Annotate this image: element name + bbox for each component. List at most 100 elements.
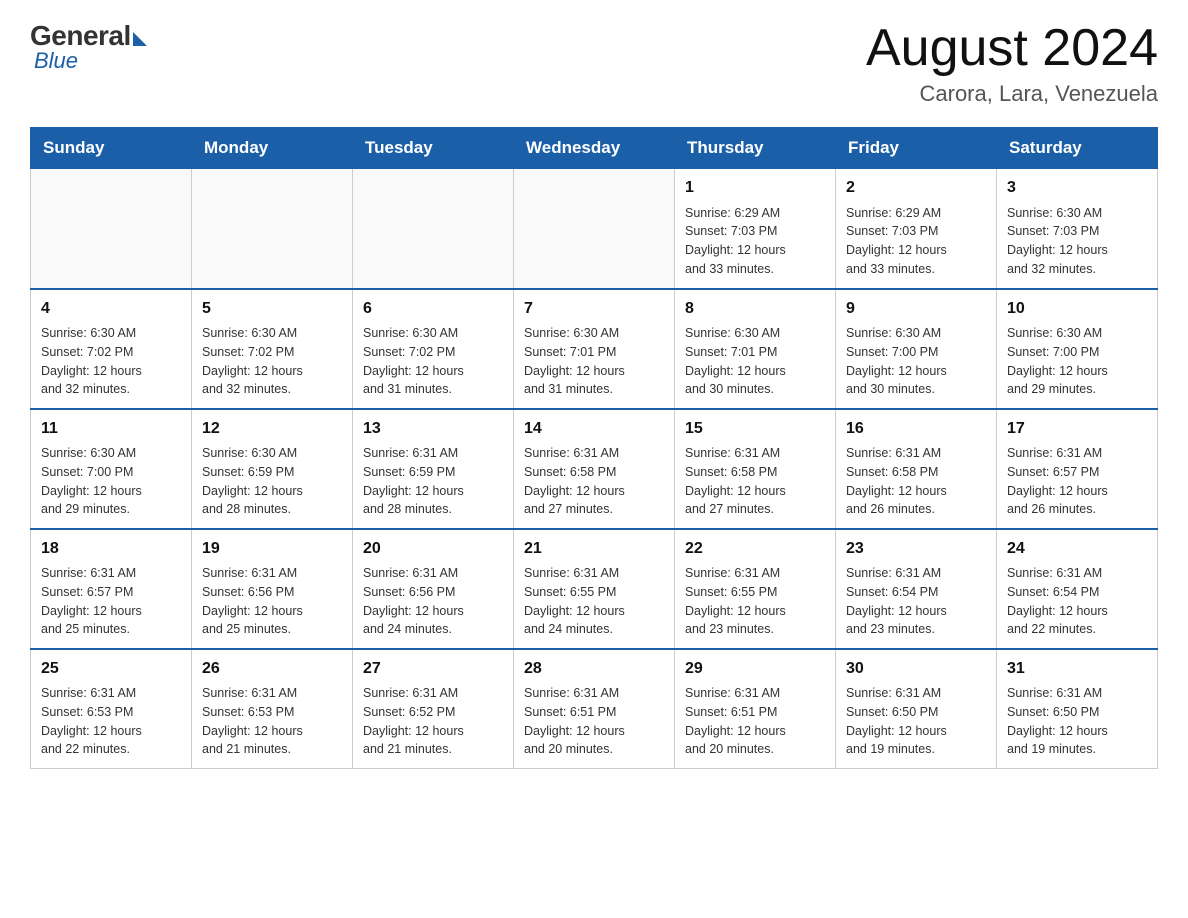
day-number: 20 <box>363 538 503 560</box>
day-number: 3 <box>1007 177 1147 199</box>
day-info: Sunrise: 6:31 AMSunset: 6:52 PMDaylight:… <box>363 684 503 759</box>
day-info: Sunrise: 6:31 AMSunset: 6:55 PMDaylight:… <box>524 564 664 639</box>
day-info: Sunrise: 6:31 AMSunset: 6:53 PMDaylight:… <box>41 684 181 759</box>
weekday-header-row: SundayMondayTuesdayWednesdayThursdayFrid… <box>31 128 1158 169</box>
day-info: Sunrise: 6:31 AMSunset: 6:57 PMDaylight:… <box>1007 444 1147 519</box>
calendar-cell: 9 Sunrise: 6:30 AMSunset: 7:00 PMDaylight… <box>836 289 997 409</box>
calendar-cell: 15Sunrise: 6:31 AMSunset: 6:58 PMDayligh… <box>675 409 836 529</box>
day-info: Sunrise: 6:29 AMSunset: 7:03 PMDaylight:… <box>846 204 986 279</box>
title-section: August 2024 Carora, Lara, Venezuela <box>866 20 1158 107</box>
day-info: Sunrise: 6:30 AMSunset: 7:01 PMDaylight:… <box>524 324 664 399</box>
day-info: Sunrise: 6:31 AMSunset: 6:57 PMDaylight:… <box>41 564 181 639</box>
calendar-cell: 16Sunrise: 6:31 AMSunset: 6:58 PMDayligh… <box>836 409 997 529</box>
day-number: 25 <box>41 658 181 680</box>
calendar-cell: 20 Sunrise: 6:31 AMSunset: 6:56 PMDayligh… <box>353 529 514 649</box>
calendar-week-row: 25 Sunrise: 6:31 AMSunset: 6:53 PMDayligh… <box>31 649 1158 769</box>
page-header: General Blue August 2024 Carora, Lara, V… <box>30 20 1158 107</box>
day-number: 30 <box>846 658 986 680</box>
weekday-header-monday: Monday <box>192 128 353 169</box>
day-info: Sunrise: 6:31 AMSunset: 6:56 PMDaylight:… <box>363 564 503 639</box>
day-info: Sunrise: 6:30 AMSunset: 7:02 PMDaylight:… <box>202 324 342 399</box>
day-number: 27 <box>363 658 503 680</box>
calendar-cell: 24 Sunrise: 6:31 AMSunset: 6:54 PMDayligh… <box>997 529 1158 649</box>
day-info: Sunrise: 6:31 AMSunset: 6:58 PMDaylight:… <box>685 444 825 519</box>
day-info: Sunrise: 6:31 AMSunset: 6:51 PMDaylight:… <box>524 684 664 759</box>
calendar-cell: 1 Sunrise: 6:29 AMSunset: 7:03 PMDaylight… <box>675 169 836 289</box>
calendar-cell: 22Sunrise: 6:31 AMSunset: 6:55 PMDayligh… <box>675 529 836 649</box>
calendar-cell <box>353 169 514 289</box>
weekday-header-thursday: Thursday <box>675 128 836 169</box>
calendar-cell: 27 Sunrise: 6:31 AMSunset: 6:52 PMDayligh… <box>353 649 514 769</box>
day-number: 29 <box>685 658 825 680</box>
calendar-cell: 5 Sunrise: 6:30 AMSunset: 7:02 PMDaylight… <box>192 289 353 409</box>
day-info: Sunrise: 6:31 AMSunset: 6:58 PMDaylight:… <box>524 444 664 519</box>
day-info: Sunrise: 6:30 AMSunset: 7:02 PMDaylight:… <box>363 324 503 399</box>
day-number: 31 <box>1007 658 1147 680</box>
calendar-cell: 17 Sunrise: 6:31 AMSunset: 6:57 PMDayligh… <box>997 409 1158 529</box>
calendar-week-row: 11Sunrise: 6:30 AMSunset: 7:00 PMDayligh… <box>31 409 1158 529</box>
day-info: Sunrise: 6:31 AMSunset: 6:58 PMDaylight:… <box>846 444 986 519</box>
weekday-header-wednesday: Wednesday <box>514 128 675 169</box>
day-info: Sunrise: 6:31 AMSunset: 6:56 PMDaylight:… <box>202 564 342 639</box>
day-number: 8 <box>685 298 825 320</box>
calendar-cell: 19 Sunrise: 6:31 AMSunset: 6:56 PMDayligh… <box>192 529 353 649</box>
calendar-week-row: 1 Sunrise: 6:29 AMSunset: 7:03 PMDaylight… <box>31 169 1158 289</box>
location-text: Carora, Lara, Venezuela <box>866 81 1158 107</box>
calendar-cell: 21 Sunrise: 6:31 AMSunset: 6:55 PMDayligh… <box>514 529 675 649</box>
day-number: 14 <box>524 418 664 440</box>
calendar-cell: 28 Sunrise: 6:31 AMSunset: 6:51 PMDayligh… <box>514 649 675 769</box>
logo: General Blue <box>30 20 147 74</box>
day-number: 5 <box>202 298 342 320</box>
day-info: Sunrise: 6:31 AMSunset: 6:50 PMDaylight:… <box>1007 684 1147 759</box>
day-number: 7 <box>524 298 664 320</box>
day-number: 2 <box>846 177 986 199</box>
day-info: Sunrise: 6:31 AMSunset: 6:59 PMDaylight:… <box>363 444 503 519</box>
calendar-cell: 31 Sunrise: 6:31 AMSunset: 6:50 PMDayligh… <box>997 649 1158 769</box>
day-info: Sunrise: 6:31 AMSunset: 6:50 PMDaylight:… <box>846 684 986 759</box>
day-number: 26 <box>202 658 342 680</box>
day-info: Sunrise: 6:30 AMSunset: 7:00 PMDaylight:… <box>846 324 986 399</box>
day-info: Sunrise: 6:31 AMSunset: 6:55 PMDaylight:… <box>685 564 825 639</box>
calendar-cell: 18Sunrise: 6:31 AMSunset: 6:57 PMDayligh… <box>31 529 192 649</box>
calendar-week-row: 18Sunrise: 6:31 AMSunset: 6:57 PMDayligh… <box>31 529 1158 649</box>
day-info: Sunrise: 6:30 AMSunset: 7:00 PMDaylight:… <box>1007 324 1147 399</box>
day-info: Sunrise: 6:30 AMSunset: 6:59 PMDaylight:… <box>202 444 342 519</box>
day-number: 9 <box>846 298 986 320</box>
weekday-header-friday: Friday <box>836 128 997 169</box>
calendar-cell: 7 Sunrise: 6:30 AMSunset: 7:01 PMDaylight… <box>514 289 675 409</box>
calendar-cell: 13 Sunrise: 6:31 AMSunset: 6:59 PMDayligh… <box>353 409 514 529</box>
day-number: 4 <box>41 298 181 320</box>
calendar-cell: 29 Sunrise: 6:31 AMSunset: 6:51 PMDayligh… <box>675 649 836 769</box>
day-number: 10 <box>1007 298 1147 320</box>
day-number: 17 <box>1007 418 1147 440</box>
day-info: Sunrise: 6:30 AMSunset: 7:01 PMDaylight:… <box>685 324 825 399</box>
day-number: 23 <box>846 538 986 560</box>
calendar-cell: 26Sunrise: 6:31 AMSunset: 6:53 PMDayligh… <box>192 649 353 769</box>
calendar-cell: 14 Sunrise: 6:31 AMSunset: 6:58 PMDayligh… <box>514 409 675 529</box>
logo-blue-text: Blue <box>34 48 78 74</box>
calendar-cell <box>192 169 353 289</box>
calendar-cell: 4 Sunrise: 6:30 AMSunset: 7:02 PMDaylight… <box>31 289 192 409</box>
day-info: Sunrise: 6:31 AMSunset: 6:51 PMDaylight:… <box>685 684 825 759</box>
calendar-cell: 12Sunrise: 6:30 AMSunset: 6:59 PMDayligh… <box>192 409 353 529</box>
calendar-cell: 25 Sunrise: 6:31 AMSunset: 6:53 PMDayligh… <box>31 649 192 769</box>
calendar-table: SundayMondayTuesdayWednesdayThursdayFrid… <box>30 127 1158 769</box>
day-info: Sunrise: 6:30 AMSunset: 7:03 PMDaylight:… <box>1007 204 1147 279</box>
day-info: Sunrise: 6:30 AMSunset: 7:02 PMDaylight:… <box>41 324 181 399</box>
calendar-cell: 10 Sunrise: 6:30 AMSunset: 7:00 PMDayligh… <box>997 289 1158 409</box>
day-number: 19 <box>202 538 342 560</box>
calendar-cell: 6Sunrise: 6:30 AMSunset: 7:02 PMDaylight… <box>353 289 514 409</box>
day-number: 21 <box>524 538 664 560</box>
calendar-cell: 3 Sunrise: 6:30 AMSunset: 7:03 PMDaylight… <box>997 169 1158 289</box>
day-number: 1 <box>685 177 825 199</box>
weekday-header-saturday: Saturday <box>997 128 1158 169</box>
calendar-cell: 2 Sunrise: 6:29 AMSunset: 7:03 PMDaylight… <box>836 169 997 289</box>
day-number: 13 <box>363 418 503 440</box>
day-number: 28 <box>524 658 664 680</box>
day-number: 24 <box>1007 538 1147 560</box>
day-info: Sunrise: 6:31 AMSunset: 6:54 PMDaylight:… <box>1007 564 1147 639</box>
weekday-header-sunday: Sunday <box>31 128 192 169</box>
calendar-cell <box>514 169 675 289</box>
day-info: Sunrise: 6:29 AMSunset: 7:03 PMDaylight:… <box>685 204 825 279</box>
calendar-cell: 23Sunrise: 6:31 AMSunset: 6:54 PMDayligh… <box>836 529 997 649</box>
